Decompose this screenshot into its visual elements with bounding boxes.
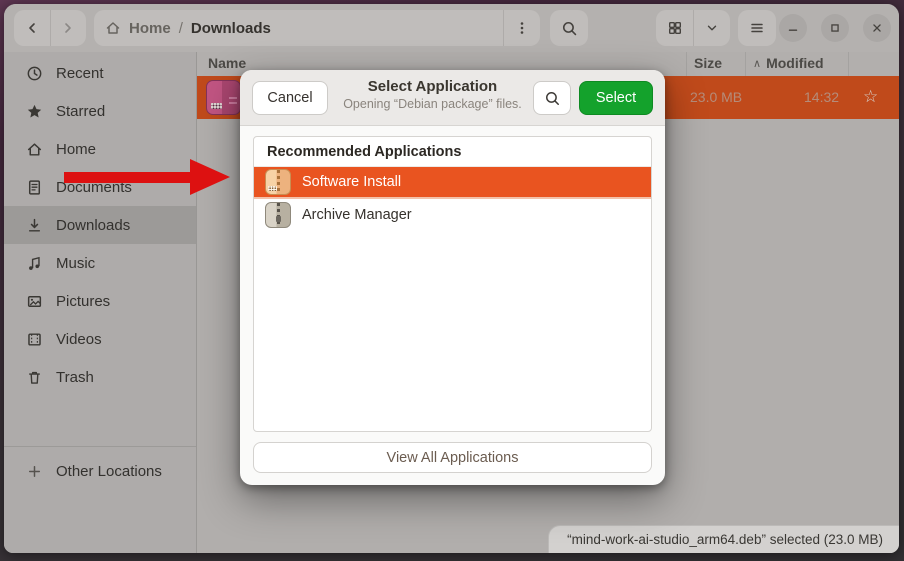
close-button[interactable]: [863, 14, 891, 42]
app-name: Software Install: [302, 174, 401, 190]
file-size: 23.0 MB: [690, 89, 742, 105]
sidebar-item-label: Other Locations: [56, 463, 162, 480]
close-icon: [870, 21, 884, 35]
dialog-title-block: Select Application Opening “Debian packa…: [340, 78, 525, 111]
view-options-button[interactable]: [694, 10, 730, 46]
chevron-right-icon: [60, 20, 76, 36]
path-bar[interactable]: Home / Downloads: [94, 10, 540, 46]
maximize-button[interactable]: [821, 14, 849, 42]
download-icon: [26, 217, 43, 234]
search-button[interactable]: [550, 10, 588, 46]
status-bar: “mind-work-ai-studio_arm64.deb” selected…: [548, 525, 899, 553]
selection-status-text: “mind-work-ai-studio_arm64.deb” selected…: [567, 532, 883, 547]
dialog-search-button[interactable]: [533, 81, 571, 115]
app-row-software-install[interactable]: Software Install: [254, 167, 651, 199]
forward-button[interactable]: [50, 10, 86, 46]
header-bar: Home / Downloads: [4, 4, 899, 53]
sort-ascending-icon: ∧: [753, 57, 761, 70]
sidebar-item-downloads[interactable]: Downloads: [4, 206, 196, 244]
recommended-applications-header: Recommended Applications: [254, 137, 651, 167]
sidebar-item-label: Music: [56, 255, 95, 272]
star-outline-icon[interactable]: ☆: [863, 87, 878, 107]
search-icon: [544, 90, 561, 107]
app-name: Archive Manager: [302, 207, 412, 223]
kebab-menu-icon: [514, 20, 530, 36]
annotation-arrow: [54, 150, 239, 205]
dialog-subtitle: Opening “Debian package” files.: [340, 97, 525, 111]
search-icon: [561, 20, 578, 37]
deb-package-icon: [206, 80, 241, 115]
sidebar-item-other-locations[interactable]: Other Locations: [4, 452, 196, 490]
grid-view-button[interactable]: [657, 10, 693, 46]
hamburger-menu-icon: [749, 20, 765, 36]
film-icon: [26, 331, 43, 348]
select-button[interactable]: Select: [579, 81, 653, 115]
column-divider: [745, 52, 746, 76]
clock-icon: [26, 65, 43, 82]
column-header-name[interactable]: Name: [208, 55, 246, 71]
column-header-size[interactable]: Size: [694, 55, 722, 71]
breadcrumb-home[interactable]: Home: [129, 20, 171, 37]
sidebar-item-pictures[interactable]: Pictures: [4, 282, 196, 320]
breadcrumb: Home / Downloads: [104, 20, 271, 37]
trash-icon: [26, 369, 43, 386]
sidebar-item-videos[interactable]: Videos: [4, 320, 196, 358]
dialog-header: Cancel Select Application Opening “Debia…: [240, 70, 665, 126]
sidebar-item-label: Downloads: [56, 217, 130, 234]
home-icon: [26, 141, 43, 158]
back-button[interactable]: [14, 10, 50, 46]
sidebar-item-label: Trash: [56, 369, 94, 386]
software-install-icon: [265, 169, 291, 195]
archive-manager-icon: [265, 202, 291, 228]
music-note-icon: [26, 255, 43, 272]
document-icon: [26, 179, 43, 196]
breadcrumb-separator: /: [179, 20, 183, 37]
path-menu-button[interactable]: [503, 10, 530, 46]
sidebar-item-label: Starred: [56, 103, 105, 120]
sidebar-item-label: Pictures: [56, 293, 110, 310]
maximize-icon: [828, 21, 842, 35]
sidebar-item-starred[interactable]: Starred: [4, 92, 196, 130]
sidebar-item-label: Recent: [56, 65, 104, 82]
desktop-background: Home / Downloads: [0, 0, 904, 561]
star-icon: [26, 103, 43, 120]
sidebar-divider: [4, 446, 196, 447]
minimize-icon: [786, 21, 800, 35]
plus-icon: [26, 463, 43, 480]
sidebar-item-music[interactable]: Music: [4, 244, 196, 282]
nav-button-group: [14, 10, 86, 46]
select-application-dialog: Cancel Select Application Opening “Debia…: [240, 70, 665, 485]
application-list: Recommended Applications Software Instal…: [253, 136, 652, 432]
chevron-left-icon: [24, 20, 40, 36]
column-divider: [686, 52, 687, 76]
sidebar-item-trash[interactable]: Trash: [4, 358, 196, 396]
files-window: Home / Downloads: [4, 4, 899, 553]
minimize-button[interactable]: [779, 14, 807, 42]
sidebar-item-recent[interactable]: Recent: [4, 54, 196, 92]
app-row-archive-manager[interactable]: Archive Manager: [254, 199, 651, 231]
main-menu-button[interactable]: [738, 10, 776, 46]
grid-view-icon: [667, 20, 683, 36]
home-icon: [104, 20, 121, 37]
view-toggle-group: [656, 10, 730, 46]
sidebar-item-label: Videos: [56, 331, 102, 348]
picture-icon: [26, 293, 43, 310]
chevron-down-icon: [705, 21, 719, 35]
column-divider: [848, 52, 849, 76]
file-modified-time: 14:32: [804, 89, 839, 105]
sidebar: Recent Starred Home Documents: [4, 52, 197, 553]
dialog-title: Select Application: [340, 78, 525, 95]
column-header-modified[interactable]: ∧ Modified: [753, 55, 824, 71]
breadcrumb-current[interactable]: Downloads: [191, 20, 271, 37]
view-all-applications-button[interactable]: View All Applications: [253, 442, 652, 473]
cancel-button[interactable]: Cancel: [252, 81, 328, 115]
